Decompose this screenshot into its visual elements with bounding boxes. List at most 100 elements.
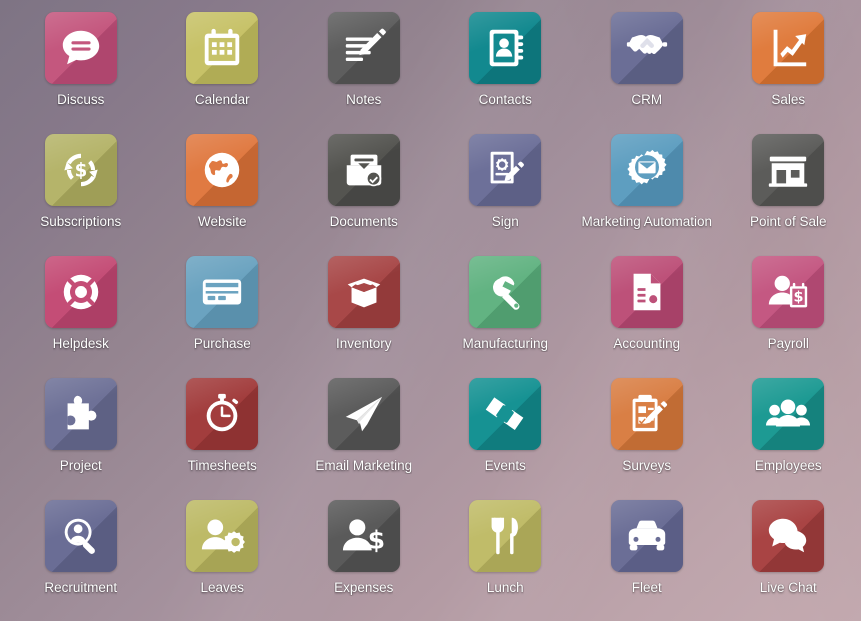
app-label: Calendar (194, 92, 250, 107)
app-icon-tile[interactable] (186, 378, 259, 450)
app-icon-tile[interactable] (752, 378, 825, 450)
people-group-icon (765, 391, 811, 437)
app-icon-tile[interactable] (44, 256, 117, 328)
app-icon-tile[interactable] (469, 378, 542, 450)
app-icon-tile[interactable] (469, 256, 542, 328)
app-label: Live Chat (759, 580, 817, 595)
app-label: Purchase (193, 336, 251, 351)
app-icon-tile[interactable] (610, 378, 683, 450)
app-label: Sign (491, 214, 519, 229)
app-tile-sign[interactable]: Sign (435, 134, 577, 256)
storefront-icon (765, 147, 811, 193)
app-label: Website (197, 214, 247, 229)
app-tile-employees[interactable]: Employees (718, 378, 860, 500)
open-box-icon (341, 269, 387, 315)
app-tile-manufacturing[interactable]: Manufacturing (435, 256, 577, 378)
address-book-icon (482, 25, 528, 71)
app-tile-project[interactable]: Project (10, 378, 152, 500)
app-tile-marketing-automation[interactable]: Marketing Automation (576, 134, 718, 256)
app-icon-tile[interactable] (186, 500, 259, 572)
person-gear-icon (199, 513, 246, 559)
app-icon-tile[interactable] (186, 256, 259, 328)
app-tile-fleet[interactable]: Fleet (576, 500, 718, 621)
app-icon-tile[interactable]: $ (752, 256, 825, 328)
app-tile-events[interactable]: Events (435, 378, 577, 500)
chart-growth-icon (765, 25, 811, 71)
app-icon-tile[interactable] (610, 12, 683, 84)
app-tile-recruitment[interactable]: Recruitment (10, 500, 152, 621)
app-icon-tile[interactable] (44, 12, 117, 84)
app-tile-discuss[interactable]: Discuss (10, 12, 152, 134)
calendar-icon (199, 25, 245, 71)
signature-doc-icon (482, 147, 528, 193)
app-tile-calendar[interactable]: Calendar (152, 12, 294, 134)
wrench-icon (482, 269, 528, 315)
app-icon-tile[interactable] (327, 12, 400, 84)
app-icon-tile[interactable] (752, 500, 825, 572)
app-label: Recruitment (44, 580, 118, 595)
app-icon-tile[interactable] (186, 134, 259, 206)
app-icon-tile[interactable] (469, 12, 542, 84)
invoice-gear-icon (624, 269, 670, 315)
app-icon-tile[interactable] (44, 500, 117, 572)
chat-bubbles-icon (765, 513, 811, 559)
app-tile-lunch[interactable]: Lunch (435, 500, 577, 621)
app-label: Surveys (622, 458, 672, 473)
app-tile-helpdesk[interactable]: Helpdesk (10, 256, 152, 378)
app-tile-purchase[interactable]: Purchase (152, 256, 294, 378)
app-icon-tile[interactable] (610, 134, 683, 206)
ticket-icon (482, 391, 528, 437)
app-label: Inventory (335, 336, 392, 351)
app-icon-tile[interactable] (327, 134, 400, 206)
app-icon-tile[interactable] (186, 12, 259, 84)
app-tile-sales[interactable]: Sales (718, 12, 860, 134)
app-tile-leaves[interactable]: Leaves (152, 500, 294, 621)
app-tile-notes[interactable]: Notes (293, 12, 435, 134)
document-tray-icon (341, 147, 387, 193)
app-label: Helpdesk (52, 336, 109, 351)
app-icon-tile[interactable] (327, 378, 400, 450)
app-tile-subscriptions[interactable]: $ Subscriptions (10, 134, 152, 256)
app-label: Payroll (767, 336, 809, 351)
recurring-dollar-icon: $ (58, 147, 104, 193)
app-tile-crm[interactable]: CRM (576, 12, 718, 134)
app-label: Timesheets (187, 458, 257, 473)
app-tile-inventory[interactable]: Inventory (293, 256, 435, 378)
app-icon-tile[interactable] (752, 134, 825, 206)
svg-text:$: $ (74, 161, 87, 182)
app-label: Notes (346, 92, 382, 107)
app-icon-tile[interactable] (44, 378, 117, 450)
app-icon-tile[interactable]: $ (44, 134, 117, 206)
app-tile-expenses[interactable]: $ Expenses (293, 500, 435, 621)
app-tile-contacts[interactable]: Contacts (435, 12, 577, 134)
app-tile-live-chat[interactable]: Live Chat (718, 500, 860, 621)
app-tile-accounting[interactable]: Accounting (576, 256, 718, 378)
app-tile-surveys[interactable]: Surveys (576, 378, 718, 500)
app-icon-tile[interactable]: $ (327, 500, 400, 572)
app-grid: Discuss Calendar Notes Contacts CRM Sales $ Sub… (0, 0, 861, 621)
app-icon-tile[interactable] (469, 500, 542, 572)
stopwatch-icon (199, 391, 245, 437)
app-icon-tile[interactable] (752, 12, 825, 84)
app-tile-payroll[interactable]: $ Payroll (718, 256, 860, 378)
app-icon-tile[interactable] (610, 500, 683, 572)
globe-icon (199, 147, 245, 193)
app-icon-tile[interactable] (610, 256, 683, 328)
app-label: Point of Sale (749, 214, 827, 229)
svg-text:$: $ (368, 525, 385, 554)
app-label: CRM (631, 92, 663, 107)
app-tile-timesheets[interactable]: Timesheets (152, 378, 294, 500)
app-icon-tile[interactable] (469, 134, 542, 206)
handshake-icon (624, 25, 670, 71)
app-tile-email-marketing[interactable]: Email Marketing (293, 378, 435, 500)
app-tile-documents[interactable]: Documents (293, 134, 435, 256)
app-tile-point-of-sale[interactable]: Point of Sale (718, 134, 860, 256)
app-icon-tile[interactable] (327, 256, 400, 328)
person-dollar-icon: $ (341, 513, 387, 559)
app-label: Fleet (631, 580, 662, 595)
app-label: Events (484, 458, 526, 473)
app-tile-website[interactable]: Website (152, 134, 294, 256)
app-label: Subscriptions (40, 214, 122, 229)
app-label: Email Marketing (315, 458, 413, 473)
app-label: Expenses (334, 580, 394, 595)
